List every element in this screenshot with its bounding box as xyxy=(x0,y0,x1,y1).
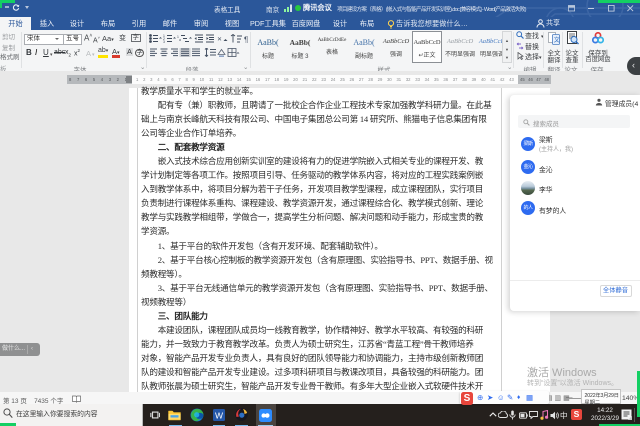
svg-text:a: a xyxy=(179,38,181,42)
svg-text:文: 文 xyxy=(554,36,560,44)
svg-text:¶: ¶ xyxy=(244,36,248,44)
svg-text:W: W xyxy=(215,410,223,420)
svg-text:3: 3 xyxy=(163,40,165,43)
svg-text:✕: ✕ xyxy=(217,37,222,43)
